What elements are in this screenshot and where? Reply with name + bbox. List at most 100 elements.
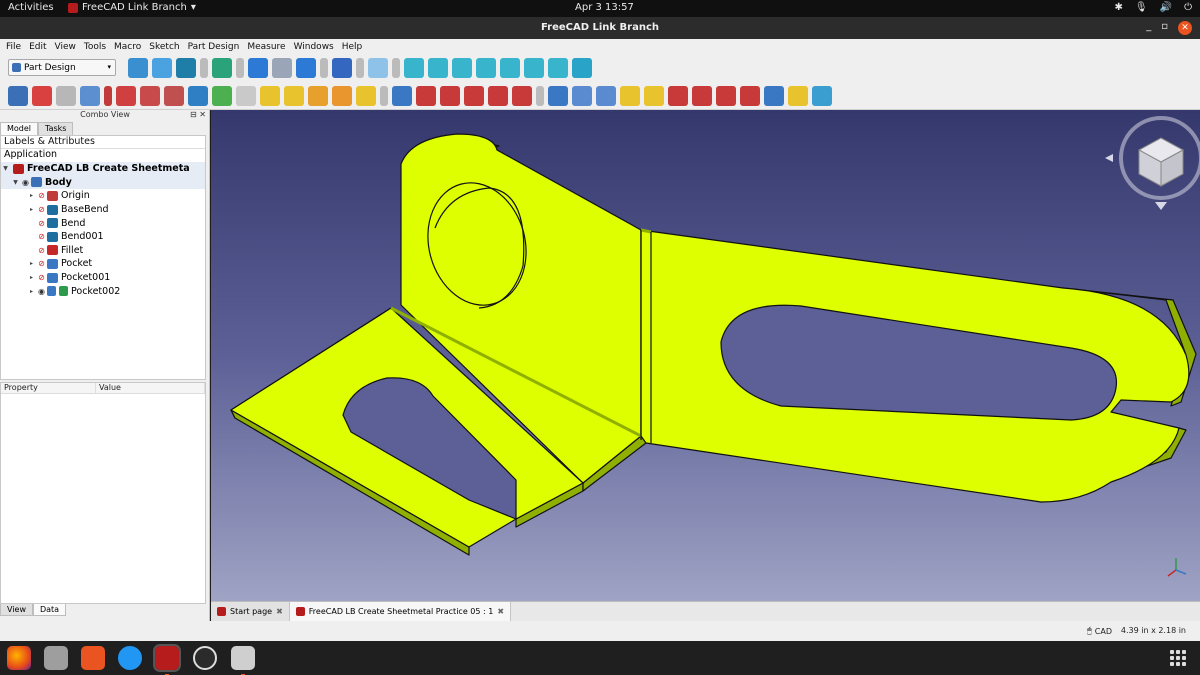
menu-macro[interactable]: Macro [114,42,141,52]
sprocket-icon[interactable] [788,86,808,106]
front-view-icon[interactable] [428,58,448,78]
revolution-icon[interactable] [284,86,304,106]
pad-icon[interactable] [260,86,280,106]
validate-sketch-icon[interactable] [56,86,76,106]
3d-scene[interactable] [211,98,1200,601]
volume-icon[interactable]: 🔊 [1160,2,1172,13]
eye-hidden-icon[interactable]: ⊘ [36,205,47,214]
additive-primitive-icon[interactable] [356,86,376,106]
menu-view[interactable]: View [55,42,76,52]
eye-hidden-icon[interactable]: ⊘ [36,259,47,268]
files-icon[interactable] [44,646,68,670]
expand-arrow-icon[interactable]: ▸ [27,288,36,295]
fillet-icon[interactable] [668,86,688,106]
close-button[interactable]: ✕ [1178,21,1192,35]
3d-viewport[interactable] [211,98,1200,601]
dropdown-arrow-icon[interactable] [380,86,388,106]
tree-item-pocket001[interactable]: ▸ ⊘ Pocket001 [1,271,205,285]
up-arrow-icon[interactable] [296,58,316,78]
close-tab-icon[interactable]: ✖ [276,607,283,616]
tree-item-bend001[interactable]: ⊘ Bend001 [1,230,205,244]
datum-line-icon[interactable] [116,86,136,106]
back-arrow-icon[interactable] [248,58,268,78]
menu-windows[interactable]: Windows [294,42,334,52]
clock[interactable]: Apr 3 13:57 [575,2,634,13]
tree-item-fillet[interactable]: ⊘ Fillet [1,244,205,258]
navigation-cube[interactable] [1105,98,1200,210]
eye-hidden-icon[interactable]: ⊘ [36,273,47,282]
expand-arrow-icon[interactable]: ▼ [11,179,20,186]
freecad-icon[interactable] [153,644,181,675]
tab-sheetmetal-document[interactable]: FreeCAD LB Create Sheetmetal Practice 05… [289,602,512,621]
tree-item-bend[interactable]: ⊘ Bend [1,216,205,230]
datum-plane-icon[interactable] [140,86,160,106]
linear-pattern-icon[interactable] [572,86,592,106]
menu-part-design[interactable]: Part Design [188,42,240,52]
microphone-icon[interactable]: 🎙 [1135,2,1148,13]
eye-hidden-icon[interactable]: ⊘ [36,219,47,228]
menu-edit[interactable]: Edit [29,42,46,52]
pocket-icon[interactable] [392,86,412,106]
column-property[interactable]: Property [1,383,96,393]
bottom-view-icon[interactable] [524,58,544,78]
hole-icon[interactable] [416,86,436,106]
scaled-icon[interactable] [644,86,664,106]
power-icon[interactable]: ⏻ [1184,2,1192,13]
bounding-box-icon[interactable] [212,58,232,78]
eye-icon[interactable]: ◉ [36,287,47,296]
loft-icon[interactable] [308,86,328,106]
fit-all-icon[interactable] [128,58,148,78]
check-geometry-icon[interactable] [80,86,100,106]
eye-icon[interactable]: ◉ [20,178,31,187]
zoom-icon[interactable] [368,58,388,78]
expand-arrow-icon[interactable]: ▸ [27,260,36,267]
mirrored-icon[interactable] [548,86,568,106]
expand-arrow-icon[interactable]: ▸ [27,192,36,199]
migrate-icon[interactable] [812,86,832,106]
top-view-icon[interactable] [452,58,472,78]
menu-measure[interactable]: Measure [247,42,285,52]
minimize-button[interactable]: _ [1146,21,1151,35]
datum-point-icon[interactable] [104,86,112,106]
groove-icon[interactable] [440,86,460,106]
rear-view-icon[interactable] [500,58,520,78]
help-icon[interactable] [118,646,142,670]
draft-icon[interactable] [716,86,736,106]
tree-item-origin[interactable]: ▸ ⊘ Origin [1,189,205,203]
workbench-selector[interactable]: Part Design ▾ [8,59,116,76]
system-tray[interactable]: ✱ 🎙 🔊 ⏻ [1115,2,1192,13]
firefox-icon[interactable] [7,646,31,670]
right-view-icon[interactable] [476,58,496,78]
expand-arrow-icon[interactable]: ▼ [1,165,10,172]
close-tab-icon[interactable]: ✖ [497,607,504,616]
eye-hidden-icon[interactable]: ⊘ [36,232,47,241]
polar-pattern-icon[interactable] [596,86,616,106]
fit-selection-icon[interactable] [152,58,172,78]
forward-arrow-icon[interactable] [272,58,292,78]
isometric-view-icon[interactable] [404,58,424,78]
tree-item-basebend[interactable]: ▸ ⊘ BaseBend [1,203,205,217]
tree-item-pocket002[interactable]: ▸ ◉ Pocket002 [1,284,205,298]
menu-sketch[interactable]: Sketch [149,42,179,52]
draw-style-icon[interactable] [176,58,196,78]
dropdown-arrow-icon[interactable] [200,58,208,78]
thickness-icon[interactable] [740,86,760,106]
expand-arrow-icon[interactable]: ▸ [27,274,36,281]
software-icon[interactable] [81,646,105,670]
nav-arrow-left-icon[interactable] [1105,154,1113,162]
shape-binder-icon[interactable] [188,86,208,106]
column-value[interactable]: Value [96,383,205,393]
expand-arrow-icon[interactable]: ▸ [27,206,36,213]
tab-view[interactable]: View [0,604,33,616]
local-cs-icon[interactable] [164,86,184,106]
eye-hidden-icon[interactable]: ⊘ [36,191,47,200]
nav-arrow-down-icon[interactable] [1155,202,1167,210]
tree-item-body[interactable]: ▼ ◉ Body [1,175,205,190]
subshape-binder-icon[interactable] [212,86,232,106]
measure-distance-icon[interactable] [572,58,592,78]
menu-help[interactable]: Help [342,42,363,52]
restore-button[interactable]: ▫ [1161,21,1168,35]
tab-start-page[interactable]: Start page ✖ [211,602,290,621]
dropdown-arrow-icon[interactable] [320,58,328,78]
navigation-style[interactable]: 🖱 CAD [1087,626,1112,636]
